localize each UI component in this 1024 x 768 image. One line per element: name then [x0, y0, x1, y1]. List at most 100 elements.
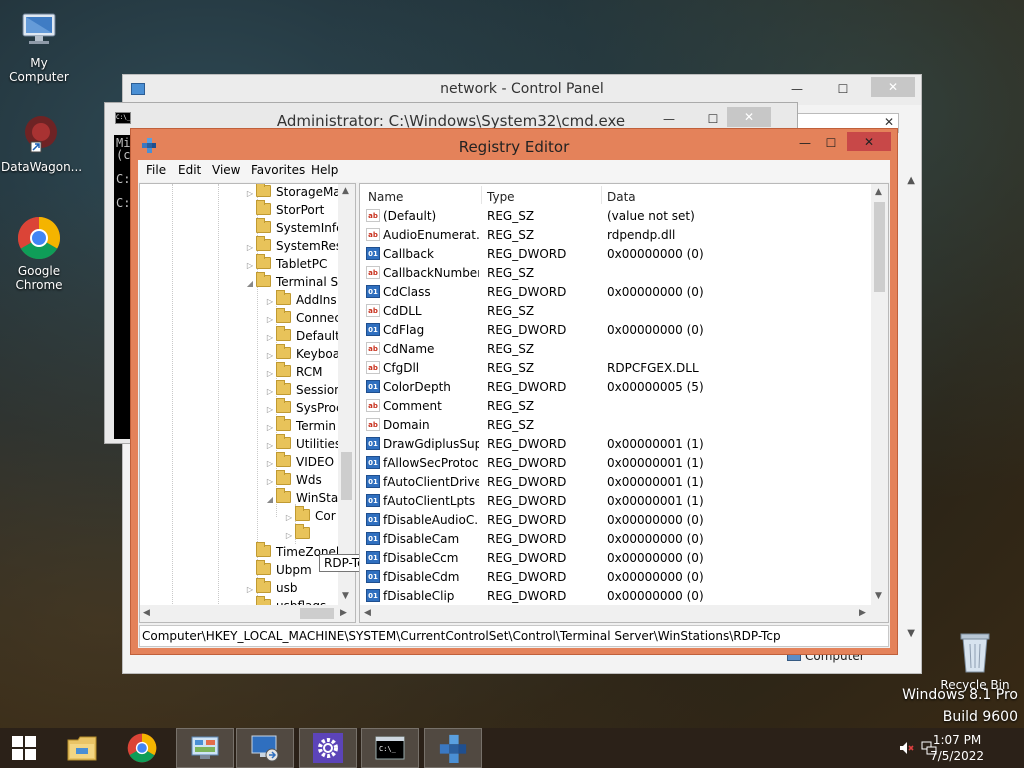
tree-node[interactable]: ▷ VIDEO: [264, 452, 334, 473]
tree-expand-icon[interactable]: ▷: [283, 531, 295, 540]
menu-edit[interactable]: Edit: [178, 163, 201, 177]
registry-value-row[interactable]: ab CallbackNumber REG_SZ: [360, 264, 872, 283]
registry-value-row[interactable]: 01 ColorDepth REG_DWORD 0x00000005 (5): [360, 378, 872, 397]
taskbar-clock[interactable]: 1:07 PM 7/5/2022: [930, 732, 984, 764]
chevron-up-icon[interactable]: ▲: [907, 175, 915, 186]
tree-expand-icon[interactable]: ▷: [264, 333, 276, 342]
taskbar-remote-desktop[interactable]: [236, 728, 294, 768]
menu-favorites[interactable]: Favorites: [251, 163, 305, 177]
registry-value-row[interactable]: 01fAllowSecProtoc... REG_DWORD 0x00000001 …: [360, 454, 872, 473]
desktop-icon-datawagon[interactable]: DataWagon...: [1, 112, 82, 174]
column-header-name[interactable]: Name: [368, 190, 403, 204]
registry-maximize-button[interactable]: ☐: [817, 133, 845, 153]
chevron-up-icon[interactable]: ▲: [342, 186, 349, 196]
chevron-left-icon[interactable]: ◀: [364, 608, 371, 618]
registry-value-row[interactable]: 01 Callback REG_DWORD 0x00000000 (0): [360, 245, 872, 264]
control-panel-close-button[interactable]: ✕: [871, 77, 915, 97]
registry-value-row[interactable]: ab CdName REG_SZ: [360, 340, 872, 359]
chevron-left-icon[interactable]: ◀: [143, 608, 150, 618]
tree-expand-icon[interactable]: ▷: [264, 351, 276, 360]
tree-expand-icon[interactable]: ▷: [264, 459, 276, 468]
tree-expand-icon[interactable]: ▷: [283, 513, 295, 522]
tree-node[interactable]: ▷ Termin: [264, 416, 336, 437]
tree-node[interactable]: ▷ AddIns: [264, 290, 337, 311]
tree-expand-icon[interactable]: ▷: [244, 189, 256, 198]
tree-node[interactable]: ▷: [283, 524, 315, 545]
taskbar-file-explorer[interactable]: [53, 728, 111, 768]
tree-horizontal-scrollbar[interactable]: ◀ ▶: [140, 605, 355, 622]
taskbar-chrome[interactable]: [113, 728, 171, 768]
registry-value-row[interactable]: 01 fDisableCdm REG_DWORD 0x00000000 (0): [360, 568, 872, 587]
tree-expand-icon[interactable]: ▷: [244, 585, 256, 594]
cmd-close-button[interactable]: ✕: [727, 107, 771, 127]
desktop-icon-recycle-bin[interactable]: Recycle Bin: [937, 630, 1013, 692]
column-header-type[interactable]: Type: [487, 190, 515, 204]
chevron-down-icon[interactable]: ▼: [875, 591, 882, 601]
tree-node[interactable]: ▷ Wds: [264, 470, 322, 491]
clear-search-icon[interactable]: ✕: [884, 115, 894, 129]
tree-expand-icon[interactable]: ▷: [264, 297, 276, 306]
tree-expand-icon[interactable]: ▷: [264, 423, 276, 432]
taskbar-cmd[interactable]: C:\_: [361, 728, 419, 768]
registry-value-row[interactable]: ab Comment REG_SZ: [360, 397, 872, 416]
cmd-maximize-button[interactable]: ☐: [699, 109, 727, 129]
values-vertical-scrollbar[interactable]: ▲ ▼: [871, 184, 888, 606]
taskbar-control-panel[interactable]: [176, 728, 234, 768]
control-panel-minimize-button[interactable]: —: [783, 79, 811, 99]
registry-value-row[interactable]: 01 fAutoClientDrives REG_DWORD 0x00000001 (…: [360, 473, 872, 492]
tree-expand-icon[interactable]: ▷: [264, 369, 276, 378]
tree-node[interactable]: ◢ Terminal S: [244, 272, 338, 293]
control-panel-titlebar[interactable]: network - Control Panel — ☐ ✕: [123, 75, 921, 105]
registry-value-row[interactable]: 01 CdClass REG_DWORD 0x00000000 (0): [360, 283, 872, 302]
menu-file[interactable]: File: [146, 163, 166, 177]
chevron-down-icon[interactable]: ▼: [907, 628, 915, 639]
tree-expand-icon[interactable]: ▷: [264, 315, 276, 324]
registry-value-row[interactable]: ab Domain REG_SZ: [360, 416, 872, 435]
tree-node[interactable]: ▷ usb: [244, 578, 297, 599]
registry-value-row[interactable]: 01DrawGdiplusSup... REG_DWORD 0x00000001 (…: [360, 435, 872, 454]
chevron-right-icon[interactable]: ▶: [340, 608, 347, 618]
registry-value-row[interactable]: 01 fAutoClientLpts REG_DWORD 0x00000001 (1): [360, 492, 872, 511]
registry-minimize-button[interactable]: —: [791, 133, 819, 153]
values-horizontal-scrollbar[interactable]: ◀ ▶: [360, 605, 888, 622]
tree-node[interactable]: ▷ Cor: [283, 506, 336, 527]
registry-value-row[interactable]: ab (Default) REG_SZ (value not set): [360, 207, 872, 226]
registry-value-row[interactable]: ab CfgDll REG_SZ RDPCFGEX.DLL: [360, 359, 872, 378]
start-button[interactable]: [0, 728, 48, 768]
registry-editor-window[interactable]: Registry Editor — ☐ ✕ File Edit View Fav…: [130, 128, 898, 655]
tree-expand-icon[interactable]: ▷: [244, 243, 256, 252]
menu-view[interactable]: View: [212, 163, 240, 177]
registry-close-button[interactable]: ✕: [847, 132, 891, 151]
chevron-right-icon[interactable]: ▶: [859, 608, 866, 618]
registry-editor-titlebar[interactable]: Registry Editor — ☐ ✕: [131, 129, 897, 159]
tree-hscroll-thumb[interactable]: [300, 608, 334, 619]
tree-expand-icon[interactable]: ▷: [264, 405, 276, 414]
taskbar-settings[interactable]: [299, 728, 357, 768]
tree-collapse-icon[interactable]: ◢: [264, 495, 276, 504]
volume-muted-icon[interactable]: [898, 740, 914, 756]
registry-value-row[interactable]: 01 fDisableCcm REG_DWORD 0x00000000 (0): [360, 549, 872, 568]
tree-expand-icon[interactable]: ▷: [244, 261, 256, 270]
tree-node[interactable]: ▷ RCM: [264, 362, 322, 383]
registry-values-list[interactable]: Name Type Data ab (Default) REG_SZ (value n…: [359, 183, 889, 623]
cmd-minimize-button[interactable]: —: [655, 109, 683, 129]
desktop-icon-google-chrome[interactable]: Google Chrome: [1, 216, 77, 292]
registry-value-row[interactable]: 01 fDisableAudioC... REG_DWORD 0x00000000 (…: [360, 511, 872, 530]
chevron-up-icon[interactable]: ▲: [875, 187, 882, 197]
registry-value-row[interactable]: ab AudioEnumerat... REG_SZ rdpendp.dll: [360, 226, 872, 245]
control-panel-maximize-button[interactable]: ☐: [829, 79, 857, 99]
chevron-down-icon[interactable]: ▼: [342, 591, 349, 601]
tree-scroll-thumb[interactable]: [341, 452, 352, 500]
registry-value-row[interactable]: 01 fDisableCam REG_DWORD 0x00000000 (0): [360, 530, 872, 549]
tree-collapse-icon[interactable]: ◢: [244, 279, 256, 288]
registry-value-row[interactable]: 01 fDisableClip REG_DWORD 0x00000000 (0): [360, 587, 872, 606]
tree-expand-icon[interactable]: ▷: [264, 477, 276, 486]
registry-value-row[interactable]: ab CdDLL REG_SZ: [360, 302, 872, 321]
tree-expand-icon[interactable]: ▷: [264, 441, 276, 450]
registry-value-row[interactable]: 01 CdFlag REG_DWORD 0x00000000 (0): [360, 321, 872, 340]
menu-help[interactable]: Help: [311, 163, 338, 177]
tree-expand-icon[interactable]: ▷: [264, 387, 276, 396]
tree-vertical-scrollbar[interactable]: ▲ ▼: [338, 184, 355, 606]
column-header-data[interactable]: Data: [607, 190, 636, 204]
desktop-icon-my-computer[interactable]: My Computer: [1, 8, 77, 84]
